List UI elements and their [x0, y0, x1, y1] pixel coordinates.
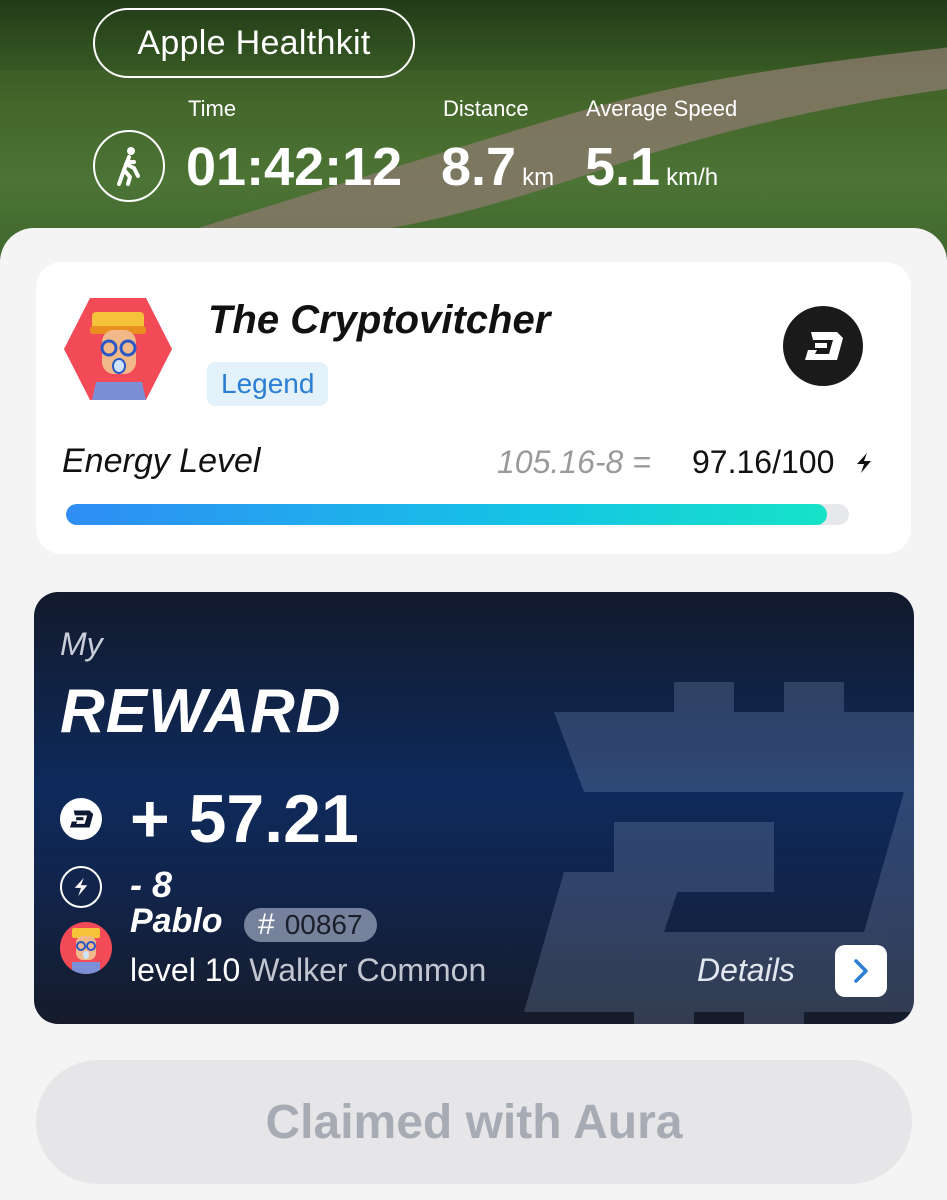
nft-level: level 10 — [130, 952, 241, 988]
nft-level-line: level 10 Walker Common — [130, 952, 486, 989]
nft-id: 00867 — [284, 909, 363, 940]
details-button[interactable] — [835, 945, 887, 997]
time-value: 01:42:12 — [186, 137, 403, 197]
rank-badge: Legend — [207, 362, 329, 406]
energy-bar — [66, 504, 849, 525]
speed-label: Average Speed — [586, 96, 738, 121]
speed-unit: km/h — [666, 164, 719, 191]
token-logo-icon[interactable] — [783, 306, 863, 386]
energy-value: 97.16/100 — [692, 444, 835, 480]
nft-avatar — [60, 922, 112, 974]
reward-amount: + 57.21 — [130, 781, 359, 857]
reward-title: REWARD — [60, 677, 342, 746]
claim-button[interactable]: Claimed with Aura — [36, 1060, 912, 1184]
reward-my-label: My — [60, 626, 103, 662]
energy-calc: 105.16-8 = — [497, 444, 651, 480]
speed-value: 5.1 km/h — [585, 137, 719, 197]
lightning-bolt-icon — [857, 453, 871, 473]
user-name: The Cryptovitcher — [208, 298, 551, 342]
energy-bar-fill — [66, 504, 827, 525]
nft-class: Walker Common — [249, 952, 487, 988]
energy-cost: - 8 — [130, 864, 173, 905]
energy-cost-icon — [60, 866, 102, 908]
nft-name: Pablo — [130, 902, 223, 940]
hash-symbol: # — [258, 908, 275, 941]
distance-value: 8.7 km — [441, 137, 555, 197]
nft-id-pill: # 00867 — [244, 908, 377, 942]
token-coin-icon — [60, 798, 102, 840]
avatar — [64, 298, 172, 400]
source-pill[interactable]: Apple Healthkit — [93, 8, 415, 78]
details-link[interactable]: Details — [697, 952, 795, 989]
chevron-right-icon — [854, 959, 868, 983]
distance-unit: km — [522, 164, 555, 191]
distance-label: Distance — [443, 96, 529, 121]
walking-person-icon — [93, 130, 165, 202]
time-label: Time — [188, 96, 237, 121]
energy-level-label: Energy Level — [62, 442, 261, 480]
